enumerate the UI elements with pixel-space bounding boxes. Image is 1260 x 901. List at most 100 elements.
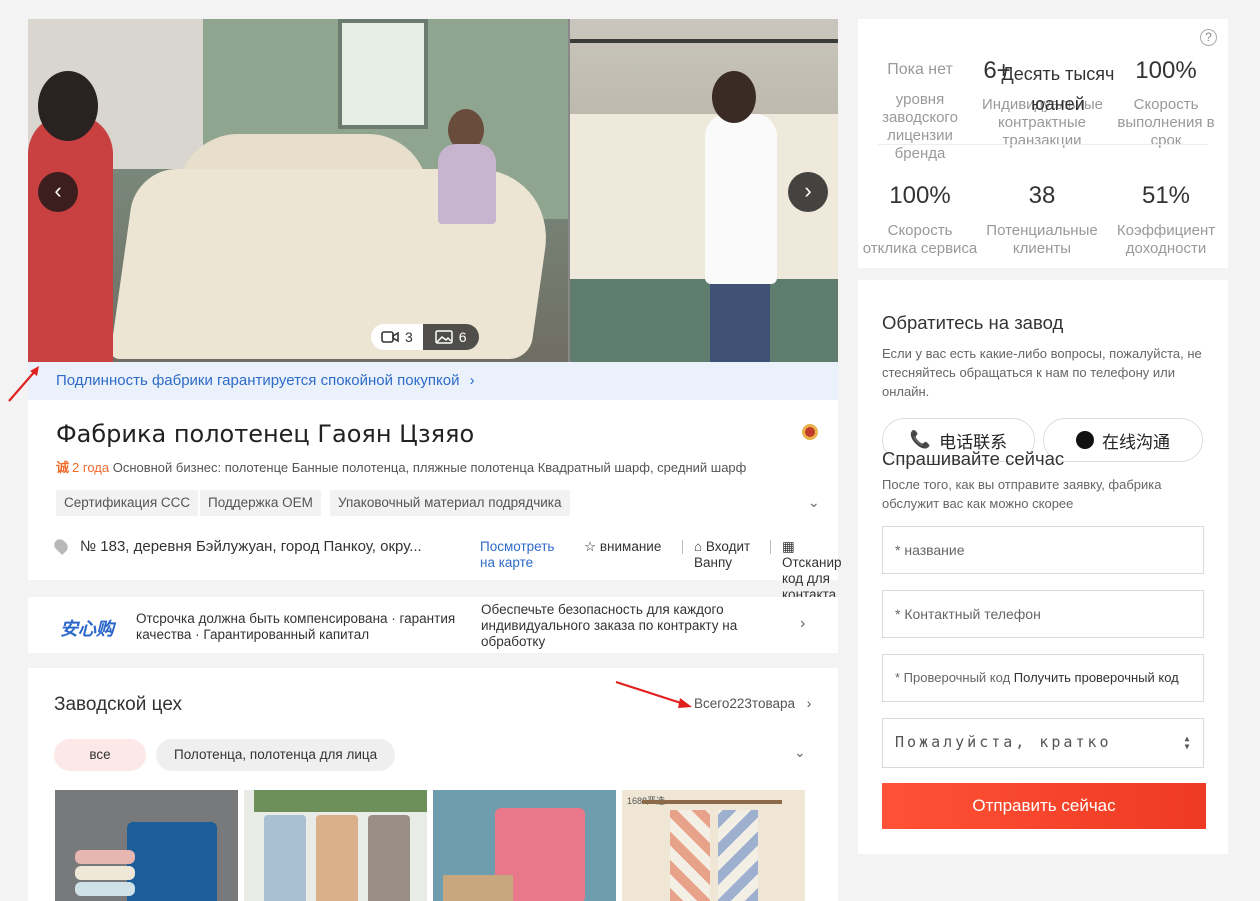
image-icon bbox=[435, 330, 453, 344]
authenticity-banner[interactable]: Подлинность фабрики гарантируется спокой… bbox=[28, 362, 838, 400]
business-line: 诚2 года Основной бизнес: полотенце Банны… bbox=[56, 457, 746, 476]
category-tab-all[interactable]: все bbox=[54, 739, 146, 771]
stat-label: уровня заводского лицензии бренда bbox=[882, 91, 958, 162]
photo-detail bbox=[338, 19, 428, 129]
product-card[interactable]: 1688严选 bbox=[622, 790, 805, 901]
product-card[interactable] bbox=[433, 790, 616, 901]
photo-detail bbox=[28, 114, 113, 362]
product-image bbox=[254, 790, 427, 812]
scan-code-button[interactable]: ▦ Отсканир код для контакта bbox=[782, 539, 842, 603]
address-text: № 183, деревня Бэйлужуан, город Панкоу, … bbox=[80, 537, 422, 555]
company-card: Фабрика полотенец Гаоян Цзяяо 诚2 года Ос… bbox=[28, 400, 842, 602]
assurance-contract-text: Обеспечьте безопасность для каждого инди… bbox=[481, 602, 738, 649]
view-map-link[interactable]: Посмотреть на карте bbox=[480, 539, 572, 571]
factory-workshop-section: Заводской цех Всего223товара › все Полот… bbox=[28, 668, 838, 901]
stat-value: 38 bbox=[1028, 182, 1056, 209]
gallery-prev-button[interactable]: ‹ bbox=[38, 172, 78, 212]
stat-label: Потенциальные клиенты bbox=[986, 222, 1098, 257]
get-code-link[interactable]: Получить проверочный код bbox=[1014, 670, 1179, 685]
tag-oem: Поддержка OEM bbox=[200, 490, 321, 516]
divider bbox=[878, 144, 1208, 145]
annotation-arrow bbox=[8, 366, 39, 402]
media-count-pill[interactable]: 3 6 bbox=[371, 324, 479, 350]
gallery-photo-workers[interactable] bbox=[28, 19, 568, 362]
chat-icon bbox=[1076, 431, 1094, 449]
authenticity-text: Подлинность фабрики гарантируется спокой… bbox=[56, 372, 460, 389]
scan-code-label: Отсканир код для контакта bbox=[782, 555, 842, 602]
product-image bbox=[718, 810, 758, 901]
spinner-icon[interactable]: ▲ ▼ bbox=[1181, 735, 1193, 753]
chevron-down-icon[interactable]: ⌄ bbox=[794, 744, 806, 761]
annotation-arrow bbox=[615, 680, 692, 708]
all-products-link[interactable]: Всего223товара › bbox=[694, 696, 811, 711]
phone-field[interactable]: * Контактный телефон bbox=[882, 590, 1204, 638]
submit-button[interactable]: Отправить сейчас bbox=[882, 783, 1206, 829]
product-image bbox=[264, 815, 306, 901]
inquiry-description: После того, как вы отправите заявку, фаб… bbox=[882, 477, 1162, 511]
product-image bbox=[75, 882, 135, 896]
contact-description: Если у вас есть какие-либо вопросы, пожа… bbox=[882, 346, 1202, 399]
contact-title: Обратитесь на завод bbox=[882, 312, 1064, 333]
anxingou-logo: 安心购 bbox=[60, 619, 114, 639]
online-chat-button[interactable]: 在线沟通 bbox=[1043, 418, 1203, 462]
product-image bbox=[316, 815, 358, 901]
product-image bbox=[75, 850, 135, 864]
enter-shop-button[interactable]: ⌂ Входит Ванпу bbox=[694, 539, 774, 571]
photo-detail bbox=[38, 71, 98, 141]
assurance-guarantees: Отсрочка должна быть компенсирована · га… bbox=[136, 611, 456, 642]
video-count-button[interactable]: 3 bbox=[371, 324, 423, 350]
product-image bbox=[75, 866, 135, 880]
follow-label: внимание bbox=[599, 539, 662, 554]
product-image bbox=[642, 800, 782, 804]
product-image bbox=[443, 875, 513, 901]
star-icon: ☆ bbox=[584, 539, 597, 554]
inquiry-title: Спрашивайте сейчас bbox=[882, 448, 1065, 469]
chevron-down-icon[interactable]: ⌄ bbox=[808, 494, 820, 511]
qr-code-icon: ▦ bbox=[782, 539, 795, 554]
photo-count-button[interactable]: 6 bbox=[422, 324, 479, 350]
photo-detail bbox=[710, 279, 770, 362]
divider bbox=[682, 540, 683, 554]
factory-gallery[interactable]: ‹ › 3 6 bbox=[28, 19, 838, 362]
chevron-right-icon[interactable]: › bbox=[800, 615, 805, 633]
phone-icon: 📞 bbox=[909, 430, 932, 450]
total-products-count: Всего223товара bbox=[694, 696, 796, 711]
category-tab-towels[interactable]: Полотенца, полотенца для лица bbox=[156, 739, 396, 771]
shop-icon: ⌂ bbox=[694, 539, 703, 554]
photo-count: 6 bbox=[458, 329, 467, 345]
factory-stats-panel: ? Пока нет уровня заводского лицензии бр… bbox=[858, 19, 1228, 268]
chevron-right-icon: › bbox=[806, 696, 812, 711]
location-pin-icon bbox=[51, 536, 71, 556]
stat-value: 100% bbox=[889, 182, 951, 209]
product-image bbox=[368, 815, 410, 901]
photo-detail bbox=[570, 279, 838, 362]
product-card[interactable] bbox=[244, 790, 427, 901]
help-icon[interactable]: ? bbox=[1200, 29, 1217, 46]
stat-label: Скорость выполнения в срок bbox=[1117, 96, 1215, 149]
name-field[interactable]: * название bbox=[882, 526, 1204, 574]
stat-value: 51% bbox=[1141, 182, 1191, 209]
assurance-bar[interactable]: 安心购 Отсрочка должна быть компенсирована … bbox=[28, 597, 838, 653]
photo-detail bbox=[712, 71, 756, 123]
photo-detail bbox=[438, 144, 496, 224]
contact-panel: Обратитесь на завод Если у вас есть каки… bbox=[858, 280, 1228, 854]
product-image bbox=[670, 810, 710, 901]
online-chat-label: 在线沟通 bbox=[1102, 432, 1170, 453]
tag-ccc: Сертификация CCC bbox=[56, 490, 199, 516]
tag-packaging: Упаковочный материал подрядчика bbox=[330, 490, 570, 516]
stat-label: Коэффициент доходности bbox=[1116, 222, 1216, 257]
divider bbox=[770, 540, 771, 554]
product-image bbox=[127, 822, 217, 901]
video-count: 3 bbox=[405, 329, 413, 345]
enter-shop-label: Входит Ванпу bbox=[694, 539, 751, 570]
message-field[interactable]: Пожалуйста, кратко ▲ ▼ bbox=[882, 718, 1204, 768]
video-icon bbox=[381, 331, 399, 343]
message-placeholder: Пожалуйста, кратко bbox=[895, 733, 1112, 751]
chevron-right-icon: › bbox=[469, 372, 475, 389]
gallery-next-button[interactable]: › bbox=[788, 172, 828, 212]
company-name: Фабрика полотенец Гаоян Цзяяо bbox=[56, 420, 475, 448]
verification-code-field[interactable]: * Проверочный код Получить проверочный к… bbox=[882, 654, 1204, 702]
follow-button[interactable]: ☆ внимание bbox=[584, 539, 661, 555]
product-card[interactable] bbox=[55, 790, 238, 901]
stat-value: 100% bbox=[1135, 57, 1197, 84]
